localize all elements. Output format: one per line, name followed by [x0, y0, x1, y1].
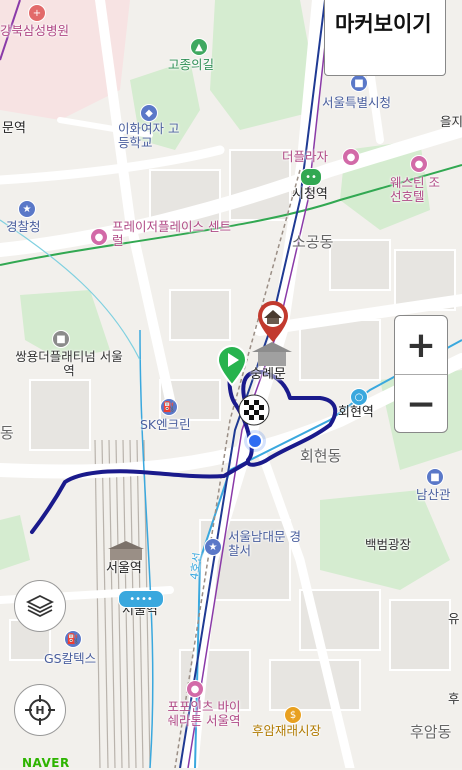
building-icon: ■: [52, 330, 70, 348]
label-city-hall-station[interactable]: 시청역: [292, 187, 328, 202]
subway-station-icon: ••: [300, 168, 322, 186]
label-plaza[interactable]: 더플라자: [282, 150, 328, 164]
hotel-icon: ●: [342, 148, 360, 166]
label-namsan[interactable]: 남산관: [416, 488, 451, 502]
label-namdaemun-police[interactable]: 서울남대문 경찰서: [228, 530, 308, 558]
label-ssangyong[interactable]: 쌍용더플래티넘 서울역: [14, 350, 124, 378]
label-sk-enclean[interactable]: SK엔크린: [140, 418, 191, 432]
gas-station-icon: ⛽: [160, 398, 178, 416]
label-westin[interactable]: 웨스틴 조선호텔: [390, 176, 450, 204]
landmark-pin-icon[interactable]: [256, 300, 290, 344]
building-icon: ■: [426, 468, 444, 486]
label-police[interactable]: 경찰청: [6, 220, 41, 234]
destination-flag-icon[interactable]: [238, 394, 270, 426]
label-yu: 유: [448, 611, 460, 626]
zoom-out-button[interactable]: −: [395, 375, 447, 432]
label-huam-market[interactable]: 후암재래시장: [252, 724, 321, 738]
label-ewha[interactable]: 이화여자 고등학교: [118, 122, 188, 150]
hotel-icon: ●: [186, 680, 204, 698]
label-huam-dong: 후암동: [410, 723, 452, 741]
hotel-icon: ●: [410, 155, 428, 173]
label-hoehyeon-station[interactable]: 회현역: [338, 405, 374, 420]
zoom-in-button[interactable]: +: [395, 316, 447, 374]
gate-icon: [252, 342, 292, 366]
government-icon: ■: [350, 74, 368, 92]
layers-icon: [25, 594, 55, 618]
subway-station-icon: ••••: [118, 590, 164, 608]
label-praise[interactable]: 프레이저플레이스 센트럴: [112, 220, 232, 248]
label-station-left[interactable]: 문역: [2, 121, 26, 136]
my-location-button[interactable]: H: [14, 684, 66, 736]
start-pin-icon[interactable]: [216, 345, 248, 387]
current-location-dot: [244, 430, 266, 452]
police-icon: ★: [204, 538, 222, 556]
label-sungnyemun[interactable]: 숭례문: [250, 367, 286, 382]
marker-toggle-button[interactable]: 마커보이기: [324, 0, 446, 76]
label-hu: 후: [448, 691, 460, 706]
school-icon: ◆: [140, 104, 158, 122]
layers-button[interactable]: [14, 580, 66, 632]
label-eul: 을지: [440, 114, 462, 129]
label-sogong-dong: 소공동: [292, 233, 334, 251]
hotel-icon: ●: [90, 228, 108, 246]
market-icon: $: [284, 706, 302, 724]
hospital-icon: +: [28, 4, 46, 22]
subway-station-icon: ○: [350, 388, 368, 406]
label-dong-edge: 동: [0, 424, 14, 442]
zoom-control: + −: [394, 315, 448, 433]
park-icon: ▲: [190, 38, 208, 56]
label-city-hall[interactable]: 서울특별시청: [322, 96, 391, 110]
label-hoehyeon-dong: 회현동: [300, 447, 342, 465]
label-hospital[interactable]: 강북삼성병원: [0, 24, 69, 38]
label-gs-caltex[interactable]: GS칼텍스: [44, 652, 96, 666]
label-seoul-station-building[interactable]: 서울역: [106, 561, 142, 576]
label-baekbeom[interactable]: 백범광장: [365, 538, 411, 552]
station-building-icon: [108, 541, 144, 560]
gas-station-icon: ⛽: [64, 630, 82, 648]
police-icon: ★: [18, 200, 36, 218]
svg-text:H: H: [35, 704, 44, 717]
crosshair-icon: H: [25, 695, 55, 725]
label-fourpoints[interactable]: 포포인츠 바이쉐라톤 서울역: [164, 700, 244, 728]
label-gojong[interactable]: 고종의길: [168, 58, 214, 72]
